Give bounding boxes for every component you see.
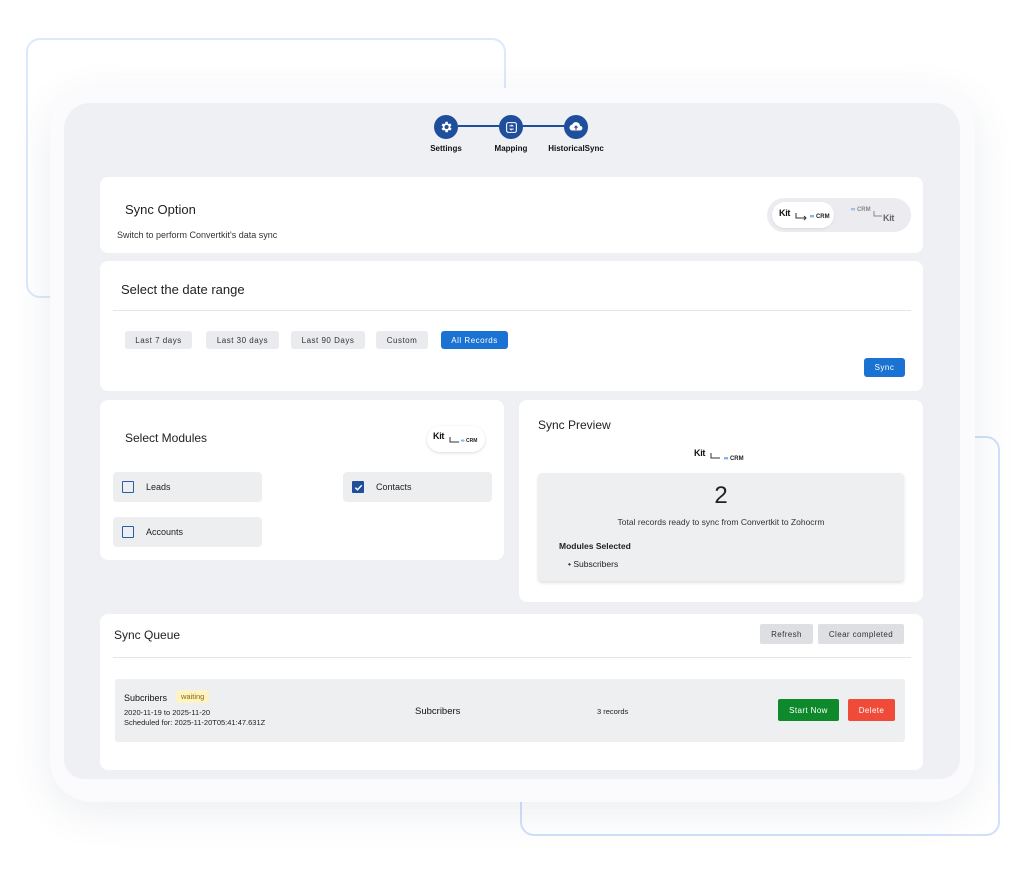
module-label: Contacts xyxy=(376,482,412,492)
checkbox-leads[interactable] xyxy=(122,481,134,493)
preview-summary-panel: 2 Total records ready to sync from Conve… xyxy=(538,473,904,581)
queue-item: Subcribers waiting 2020-11-19 to 2025-11… xyxy=(115,679,905,742)
sync-arrow-icon xyxy=(710,453,720,459)
record-count: 2 xyxy=(714,482,728,509)
kit-crm-badge: Kit ∞ CRM xyxy=(694,448,754,466)
sync-queue-card: Sync Queue Refresh Clear completed Subcr… xyxy=(100,614,923,770)
toggle-option-kit-to-crm[interactable]: Kit ∞ CRM xyxy=(772,202,834,228)
module-label: Leads xyxy=(146,482,171,492)
module-label: Accounts xyxy=(146,527,184,537)
status-badge: waiting xyxy=(176,690,210,703)
mapping-icon xyxy=(499,115,523,139)
range-last-90-days-button[interactable]: Last 90 Days xyxy=(291,331,365,349)
delete-button[interactable]: Delete xyxy=(848,699,895,721)
select-modules-card: Select Modules Kit ∞ CRM Leads Contacts … xyxy=(100,400,504,560)
select-modules-title: Select Modules xyxy=(125,431,208,445)
gear-icon xyxy=(434,115,458,139)
wizard-stepper: Settings Mapping HistoricalSync xyxy=(64,103,960,163)
checkbox-contacts[interactable] xyxy=(352,481,364,493)
queue-item-name: Subcribers xyxy=(124,693,168,703)
queue-item-records: 3 records xyxy=(597,707,629,716)
queue-item-scheduled: Scheduled for: 2025-11-20T05:41:47.631Z xyxy=(124,718,266,727)
step-historicalsync[interactable]: HistoricalSync xyxy=(536,113,616,153)
kit-logo: Kit xyxy=(433,431,445,441)
kit-crm-badge: Kit ∞ CRM xyxy=(427,426,485,452)
crm-logo: ∞ CRM xyxy=(851,207,871,213)
crm-logo-text: CRM xyxy=(729,456,744,462)
preview-description: Total records ready to sync from Convert… xyxy=(617,517,825,527)
sync-arrow-icon xyxy=(449,437,459,443)
start-now-button[interactable]: Start Now xyxy=(778,699,839,721)
cloud-upload-icon xyxy=(564,115,588,139)
range-last-30-days-button[interactable]: Last 30 days xyxy=(206,331,279,349)
checkbox-accounts[interactable] xyxy=(122,526,134,538)
refresh-button[interactable]: Refresh xyxy=(760,624,813,644)
sync-direction-toggle[interactable]: Kit ∞ CRM ∞ CRM Kit xyxy=(767,198,911,232)
kit-logo: Kit xyxy=(779,208,791,218)
queue-item-module: Subcribers xyxy=(415,706,461,717)
module-option-contacts[interactable]: Contacts xyxy=(343,472,492,502)
step-label: HistoricalSync xyxy=(548,144,604,153)
modules-selected-item: • Subscribers xyxy=(568,559,619,569)
range-custom-button[interactable]: Custom xyxy=(376,331,428,349)
crm-logo: ∞ CRM xyxy=(724,456,744,462)
sync-queue-title: Sync Queue xyxy=(114,628,181,642)
module-option-leads[interactable]: Leads xyxy=(113,472,262,502)
checkmark-icon xyxy=(354,484,362,491)
sync-option-title: Sync Option xyxy=(125,202,196,217)
modules-selected-heading: Modules Selected xyxy=(559,541,631,551)
crm-logo: ∞ CRM xyxy=(461,438,478,444)
kit-logo: Kit xyxy=(883,213,895,223)
divider xyxy=(113,657,911,658)
toggle-option-crm-to-kit[interactable]: ∞ CRM Kit xyxy=(849,202,907,228)
modules-selected-label: Subscribers xyxy=(573,559,619,569)
sync-button[interactable]: Sync xyxy=(864,358,905,377)
crm-logo-text: CRM xyxy=(465,438,478,444)
crm-logo: ∞ CRM xyxy=(810,214,830,220)
sync-option-subtitle: Switch to perform Convertkit's data sync xyxy=(117,230,278,240)
divider xyxy=(113,310,911,311)
sync-preview-title: Sync Preview xyxy=(538,418,611,432)
crm-logo-text: CRM xyxy=(815,214,830,220)
queue-item-date-range: 2020-11-19 to 2025-11-20 xyxy=(124,708,211,717)
app-screen: Settings Mapping HistoricalSync Sync Opt… xyxy=(64,103,960,779)
date-range-card: Select the date range Last 7 days Last 3… xyxy=(100,261,923,391)
range-last-7-days-button[interactable]: Last 7 days xyxy=(125,331,192,349)
date-range-title: Select the date range xyxy=(121,282,245,297)
range-all-records-button[interactable]: All Records xyxy=(441,331,508,349)
clear-completed-button[interactable]: Clear completed xyxy=(818,624,904,644)
sync-arrow-icon xyxy=(795,213,807,221)
sync-preview-card: Sync Preview Kit ∞ CRM 2 Total records r… xyxy=(519,400,923,602)
module-option-accounts[interactable]: Accounts xyxy=(113,517,262,547)
kit-logo: Kit xyxy=(694,448,706,458)
crm-logo-text: CRM xyxy=(856,207,871,213)
